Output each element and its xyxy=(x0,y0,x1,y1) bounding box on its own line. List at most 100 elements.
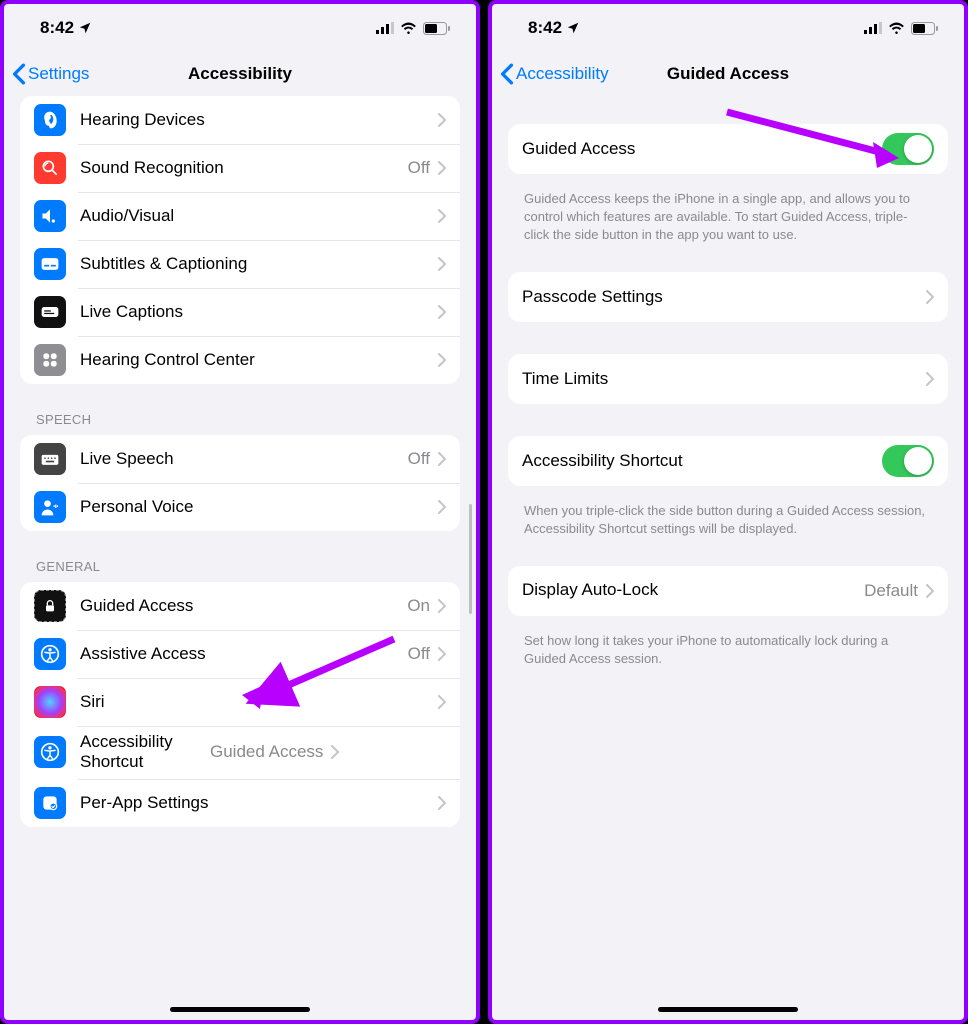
row-label: Audio/Visual xyxy=(80,206,438,226)
back-button[interactable]: Accessibility xyxy=(500,52,609,96)
row-label: Display Auto-Lock xyxy=(522,580,864,600)
nav-header: Settings Accessibility xyxy=(4,52,476,96)
chevron-right-icon xyxy=(438,500,446,514)
row-detail: Off xyxy=(408,158,430,178)
chevron-right-icon xyxy=(438,353,446,367)
page-title: Guided Access xyxy=(667,64,789,84)
chevron-right-icon xyxy=(438,599,446,613)
perapp-icon xyxy=(34,787,66,819)
section-header-speech: SPEECH xyxy=(20,392,460,435)
group-passcode: Passcode Settings xyxy=(508,272,948,322)
home-indicator[interactable] xyxy=(170,1007,310,1012)
chevron-right-icon xyxy=(438,113,446,127)
toggle-accessibility-shortcut[interactable] xyxy=(882,445,934,477)
screenshot-accessibility-settings: 8:42 Settings Accessibility Hearing Devi xyxy=(0,0,480,1024)
row-label: Accessibility Shortcut xyxy=(80,732,210,773)
toggle-guided-access[interactable] xyxy=(882,133,934,165)
chevron-right-icon xyxy=(438,161,446,175)
chevron-left-icon xyxy=(500,63,514,85)
chevron-right-icon xyxy=(438,452,446,466)
row-passcode-settings[interactable]: Passcode Settings xyxy=(508,272,948,322)
accessibility-icon xyxy=(34,736,66,768)
row-detail: Off xyxy=(408,449,430,469)
cc-icon xyxy=(34,248,66,280)
chevron-right-icon xyxy=(438,647,446,661)
row-time-limits[interactable]: Time Limits xyxy=(508,354,948,404)
live-captions-icon xyxy=(34,296,66,328)
row-siri[interactable]: Siri xyxy=(20,678,460,726)
row-per-app-settings[interactable]: Per-App Settings xyxy=(20,779,460,827)
row-label: Passcode Settings xyxy=(522,287,926,307)
lock-icon xyxy=(34,590,66,622)
row-accessibility-shortcut[interactable]: Accessibility Shortcut Guided Access xyxy=(20,726,460,779)
row-accessibility-shortcut-toggle[interactable]: Accessibility Shortcut xyxy=(508,436,948,486)
accessibility-icon xyxy=(34,638,66,670)
keyboard-icon xyxy=(34,443,66,475)
chevron-right-icon xyxy=(438,305,446,319)
status-right xyxy=(376,22,450,35)
row-label: Sound Recognition xyxy=(80,158,408,178)
row-guided-access[interactable]: Guided Access On xyxy=(20,582,460,630)
row-label: Guided Access xyxy=(522,139,882,159)
row-detail: Off xyxy=(408,644,430,664)
row-label: Subtitles & Captioning xyxy=(80,254,438,274)
chevron-right-icon xyxy=(926,290,934,304)
row-label: Hearing Devices xyxy=(80,110,438,130)
row-sound-recognition[interactable]: Sound Recognition Off xyxy=(20,144,460,192)
chevron-right-icon xyxy=(926,584,934,598)
row-live-speech[interactable]: Live Speech Off xyxy=(20,435,460,483)
screenshot-guided-access: 8:42 Accessibility Guided Access Guided … xyxy=(488,0,968,1024)
location-icon xyxy=(78,21,92,35)
row-label: Time Limits xyxy=(522,369,926,389)
status-time: 8:42 xyxy=(528,18,562,38)
row-assistive-access[interactable]: Assistive Access Off xyxy=(20,630,460,678)
row-guided-access-toggle[interactable]: Guided Access xyxy=(508,124,948,174)
chevron-right-icon xyxy=(438,257,446,271)
hearing-control-icon xyxy=(34,344,66,376)
chevron-right-icon xyxy=(438,209,446,223)
group-guided-toggle: Guided Access xyxy=(508,124,948,174)
group-speech: Live Speech Off Personal Voice xyxy=(20,435,460,531)
wifi-icon xyxy=(888,22,905,34)
row-subtitles-captioning[interactable]: Subtitles & Captioning xyxy=(20,240,460,288)
nav-header: Accessibility Guided Access xyxy=(492,52,964,96)
row-label: Live Speech xyxy=(80,449,408,469)
row-label: Accessibility Shortcut xyxy=(522,451,882,471)
page-title: Accessibility xyxy=(188,64,292,84)
status-right xyxy=(864,22,938,35)
sound-icon xyxy=(34,152,66,184)
autolock-description: Set how long it takes your iPhone to aut… xyxy=(508,624,948,682)
chevron-right-icon xyxy=(438,695,446,709)
status-bar: 8:42 xyxy=(492,4,964,52)
battery-icon xyxy=(423,22,450,35)
cellular-icon xyxy=(864,22,882,34)
row-label: Guided Access xyxy=(80,596,407,616)
back-label: Accessibility xyxy=(516,64,609,84)
status-time: 8:42 xyxy=(40,18,74,38)
group-general: Guided Access On Assistive Access Off Si… xyxy=(20,582,460,827)
row-label: Personal Voice xyxy=(80,497,438,517)
location-icon xyxy=(566,21,580,35)
home-indicator[interactable] xyxy=(658,1007,798,1012)
row-personal-voice[interactable]: Personal Voice xyxy=(20,483,460,531)
chevron-right-icon xyxy=(438,796,446,810)
row-display-auto-lock[interactable]: Display Auto-Lock Default xyxy=(508,566,948,616)
back-button[interactable]: Settings xyxy=(12,52,89,96)
battery-icon xyxy=(911,22,938,35)
voice-icon xyxy=(34,491,66,523)
group-autolock: Display Auto-Lock Default xyxy=(508,566,948,616)
group-hearing: Hearing Devices Sound Recognition Off Au… xyxy=(20,96,460,384)
siri-icon xyxy=(34,686,66,718)
ear-icon xyxy=(34,104,66,136)
row-hearing-control-center[interactable]: Hearing Control Center xyxy=(20,336,460,384)
group-shortcut: Accessibility Shortcut xyxy=(508,436,948,486)
chevron-right-icon xyxy=(926,372,934,386)
row-audio-visual[interactable]: Audio/Visual xyxy=(20,192,460,240)
row-detail: Default xyxy=(864,581,918,601)
row-label: Hearing Control Center xyxy=(80,350,438,370)
row-hearing-devices[interactable]: Hearing Devices xyxy=(20,96,460,144)
section-header-general: GENERAL xyxy=(20,539,460,582)
scrollbar[interactable] xyxy=(469,504,472,614)
row-label: Assistive Access xyxy=(80,644,408,664)
row-live-captions[interactable]: Live Captions xyxy=(20,288,460,336)
